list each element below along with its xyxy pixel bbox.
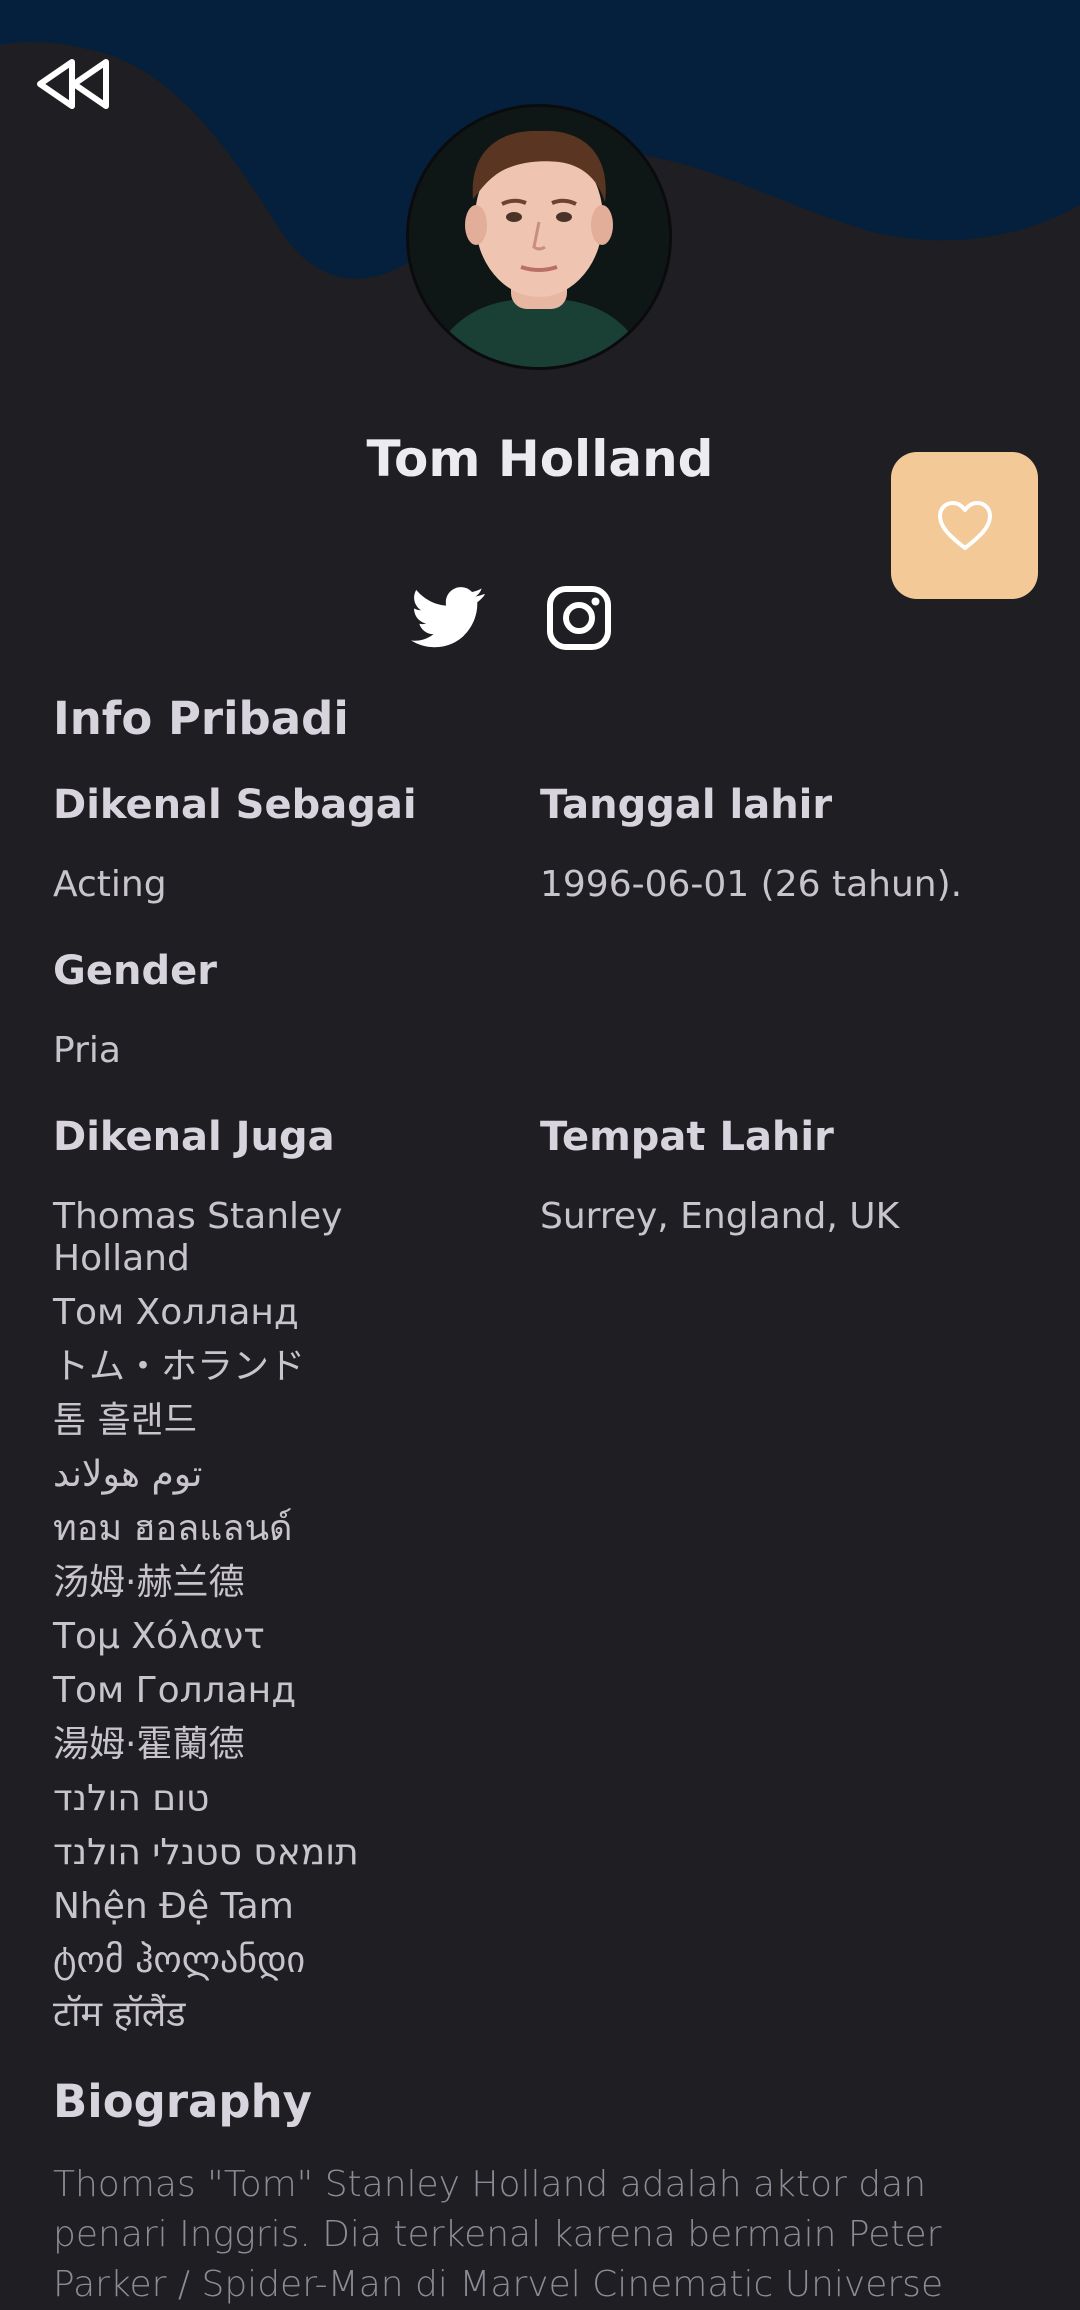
place-of-birth-label: Tempat Lahir [540,1114,834,1160]
also-known-as-label: Dikenal Juga [53,1114,335,1160]
list-item: Nhện Đệ Tam [53,1886,294,1927]
list-item: Τομ Χόλαντ [53,1616,265,1657]
list-item: トム・ホランド [53,1346,306,1387]
list-item: ทอม ฮอลแลนด์ [53,1508,293,1549]
known-for-value: Acting [53,864,167,905]
list-item: 湯姆·霍蘭德 [53,1724,245,1765]
list-item: 汤姆·赫兰德 [53,1562,245,1603]
also-known-as-list: Thomas Stanley Holland Том Холланд トム・ホラ… [53,1196,473,2048]
personal-info-title: Info Pribadi [53,692,349,745]
biography-title: Biography [53,2075,312,2128]
list-item: 톰 홀랜드 [53,1400,197,1441]
place-of-birth-value: Surrey, England, UK [540,1196,900,1237]
avatar [406,104,672,370]
birthday-label: Tanggal lahir [540,782,833,828]
list-item: טום הולנד [53,1778,210,1819]
list-item: תומאס סטנלי הולנד [53,1832,359,1873]
biography-text: Thomas "Tom" Stanley Holland adalah akto… [53,2164,944,2305]
list-item: ტომ ჰოლანდი [53,1940,306,1981]
instagram-link[interactable] [546,585,612,651]
list-item: توم هولاند [53,1454,203,1495]
list-item: Том Холланд [53,1292,299,1333]
twitter-icon [411,587,485,648]
twitter-link[interactable] [406,580,490,654]
back-button[interactable] [34,56,114,112]
heart-icon [937,500,992,550]
favorite-button[interactable] [891,452,1038,599]
rewind-icon [37,59,109,109]
known-for-label: Dikenal Sebagai [53,782,417,828]
birthday-value: 1996-06-01 (26 tahun). [540,864,963,905]
list-item: टॉम हॉलैंड [53,1994,186,2035]
instagram-icon [547,586,611,650]
gender-label: Gender [53,948,217,994]
list-item: Том Голланд [53,1670,297,1711]
list-item: Thomas Stanley Holland [53,1196,343,1279]
gender-value: Pria [53,1030,121,1071]
